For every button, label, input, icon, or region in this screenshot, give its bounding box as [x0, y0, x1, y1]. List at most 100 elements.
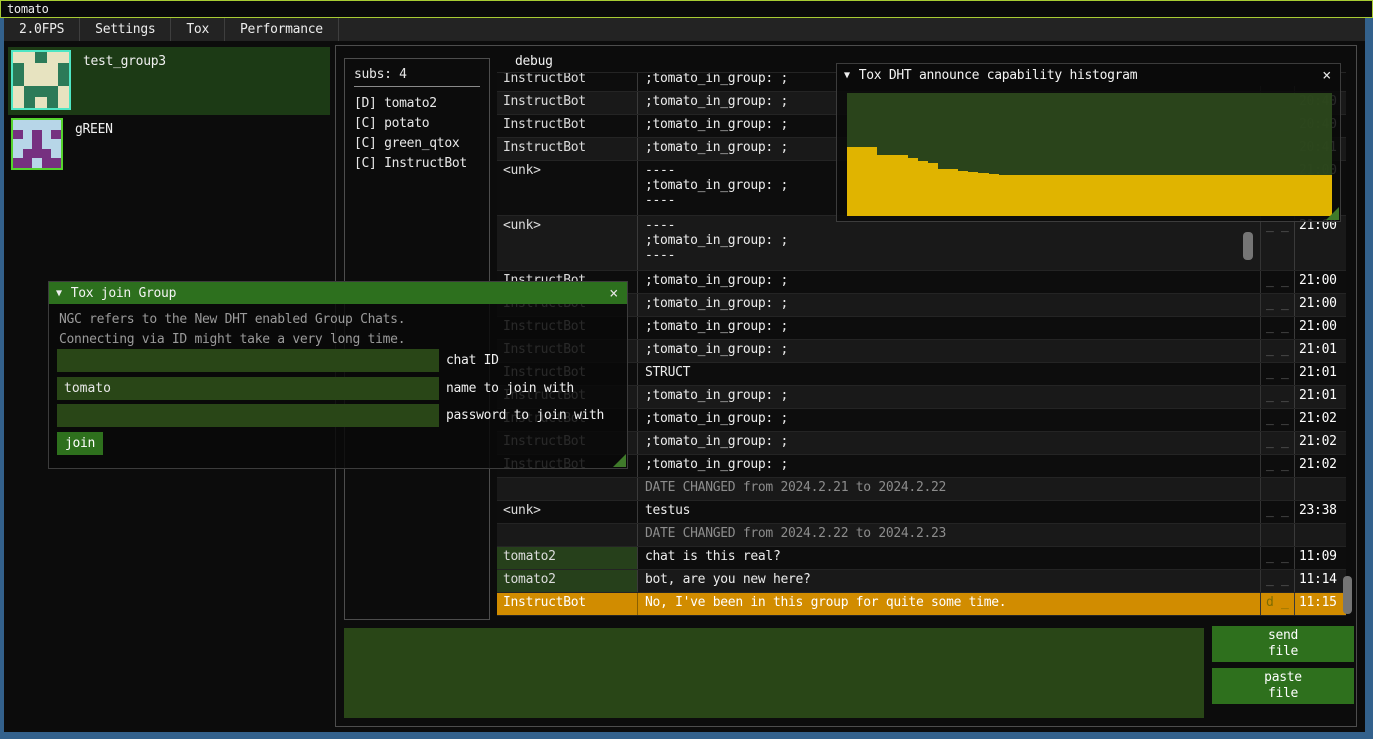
chat-scrollbar-thumb[interactable] — [1343, 576, 1352, 614]
histogram-bar — [1120, 175, 1130, 216]
histogram-bar — [1049, 175, 1059, 216]
avatar-pixel — [13, 149, 23, 159]
resize-grip-icon[interactable] — [1326, 207, 1339, 220]
menu-item-2-0fps[interactable]: 2.0FPS — [4, 18, 80, 41]
chat-message-row[interactable]: DATE CHANGED from 2024.2.22 to 2024.2.23 — [497, 524, 1346, 547]
histogram-window-title: Tox DHT announce capability histogram — [859, 68, 1138, 83]
chat-message-row[interactable]: tomato2chat is this real?_ _11:09 — [497, 547, 1346, 570]
sender-cell: tomato2 — [497, 547, 637, 569]
avatar-pixel — [51, 130, 61, 140]
join-window-titlebar[interactable]: ▼ Tox join Group × — [49, 282, 627, 304]
flags-cell: _ _ — [1260, 547, 1294, 569]
histogram-bar — [1201, 175, 1211, 216]
histogram-bar — [908, 158, 918, 216]
tab-debug[interactable]: debug — [507, 54, 561, 69]
avatar-pixel — [42, 158, 52, 168]
histogram-bar — [1019, 175, 1029, 216]
chat-message-row[interactable]: InstructBotNo, I've been in this group f… — [497, 593, 1346, 616]
avatar-pixel — [23, 130, 33, 140]
time-cell — [1294, 524, 1346, 546]
histogram-bar — [847, 147, 857, 216]
histogram-bar — [958, 171, 968, 217]
subs-item[interactable]: [C] green_qtox — [354, 134, 489, 154]
subs-item[interactable]: [C] potato — [354, 114, 489, 134]
collapse-icon[interactable]: ▼ — [56, 288, 62, 299]
join-group-window: ▼ Tox join Group × NGC refers to the New… — [48, 281, 628, 469]
avatar-pixel — [13, 139, 23, 149]
flags-cell: _ _ — [1260, 501, 1294, 523]
chat-id-input[interactable] — [57, 349, 439, 372]
sender-cell: <unk> — [497, 216, 637, 270]
group-name: gREEN — [75, 122, 113, 172]
frame-border-left — [0, 18, 4, 739]
histogram-bar — [1090, 175, 1100, 216]
join-button[interactable]: join — [57, 432, 103, 455]
time-cell: 11:14 — [1294, 570, 1346, 592]
close-icon[interactable]: × — [1320, 66, 1333, 84]
avatar-pixel — [42, 130, 52, 140]
avatar-pixel — [47, 97, 58, 108]
subs-item[interactable]: [D] tomato2 — [354, 94, 489, 114]
chat-message-row[interactable]: DATE CHANGED from 2024.2.21 to 2024.2.22 — [497, 478, 1346, 501]
avatar-pixel — [58, 63, 69, 74]
send-file-button[interactable]: send file — [1212, 626, 1354, 662]
time-cell: 23:38 — [1294, 501, 1346, 523]
menu-item-performance[interactable]: Performance — [225, 18, 339, 41]
message-cell: ;tomato_in_group: ; — [637, 317, 1260, 339]
histogram-bar — [1191, 175, 1201, 216]
histogram-window-titlebar[interactable]: ▼ Tox DHT announce capability histogram … — [837, 64, 1340, 86]
flags-cell: d _ — [1260, 593, 1294, 615]
time-cell: 21:02 — [1294, 432, 1346, 454]
histogram-bar — [1272, 175, 1282, 216]
subs-separator — [354, 86, 480, 87]
menu-item-settings[interactable]: Settings — [80, 18, 171, 41]
avatar-pixel — [35, 52, 46, 63]
avatar-pixel — [35, 86, 46, 97]
time-cell: 21:00 — [1294, 317, 1346, 339]
collapse-icon[interactable]: ▼ — [844, 70, 850, 81]
paste-file-button[interactable]: paste file — [1212, 668, 1354, 704]
avatar-pixel — [13, 63, 24, 74]
chat-message-row[interactable]: tomato2bot, are you new here?_ _11:14 — [497, 570, 1346, 593]
chat-message-row[interactable]: <unk>testus_ _23:38 — [497, 501, 1346, 524]
histogram-bar — [1251, 175, 1261, 216]
scrollbar-thumb[interactable] — [1243, 232, 1253, 260]
histogram-bar — [1181, 175, 1191, 216]
app-window: tomato 2.0FPSSettingsToxPerformance test… — [0, 0, 1373, 739]
histogram-bar — [978, 173, 988, 216]
title-bar[interactable]: tomato — [0, 0, 1373, 18]
window-title: tomato — [7, 2, 49, 16]
avatar-pixel — [24, 52, 35, 63]
time-cell: 21:00 — [1294, 216, 1346, 270]
name-input[interactable] — [57, 377, 439, 400]
avatar-pixel — [24, 86, 35, 97]
chat-message-row[interactable]: <unk>---- ;tomato_in_group: ; ----_ _21:… — [497, 216, 1346, 271]
group-avatar — [11, 118, 63, 170]
message-input[interactable] — [344, 628, 1204, 718]
flags-cell: _ _ — [1260, 570, 1294, 592]
subs-item[interactable]: [C] InstructBot — [354, 154, 489, 174]
avatar-pixel — [51, 120, 61, 130]
histogram-bar — [857, 147, 867, 216]
avatar-pixel — [23, 158, 33, 168]
avatar-pixel — [51, 139, 61, 149]
histogram-bar — [877, 155, 887, 217]
group-item-test-group3[interactable]: test_group3 — [8, 47, 330, 115]
histogram-bar — [1140, 175, 1150, 216]
avatar-pixel — [42, 149, 52, 159]
menu-item-tox[interactable]: Tox — [171, 18, 225, 41]
message-cell: STRUCT — [637, 363, 1260, 385]
paste-file-label: file — [1268, 686, 1298, 702]
message-cell: testus — [637, 501, 1260, 523]
resize-grip-icon[interactable] — [613, 454, 626, 467]
histogram-bar — [1110, 175, 1120, 216]
histogram-bar — [1241, 175, 1251, 216]
histogram-bar — [887, 155, 897, 217]
group-item-green[interactable]: gREEN — [8, 115, 330, 172]
histogram-bar — [1292, 175, 1302, 216]
close-icon[interactable]: × — [607, 284, 620, 302]
message-cell: DATE CHANGED from 2024.2.22 to 2024.2.23 — [637, 524, 1260, 546]
avatar-pixel — [47, 63, 58, 74]
password-input[interactable] — [57, 404, 439, 427]
time-cell: 11:09 — [1294, 547, 1346, 569]
